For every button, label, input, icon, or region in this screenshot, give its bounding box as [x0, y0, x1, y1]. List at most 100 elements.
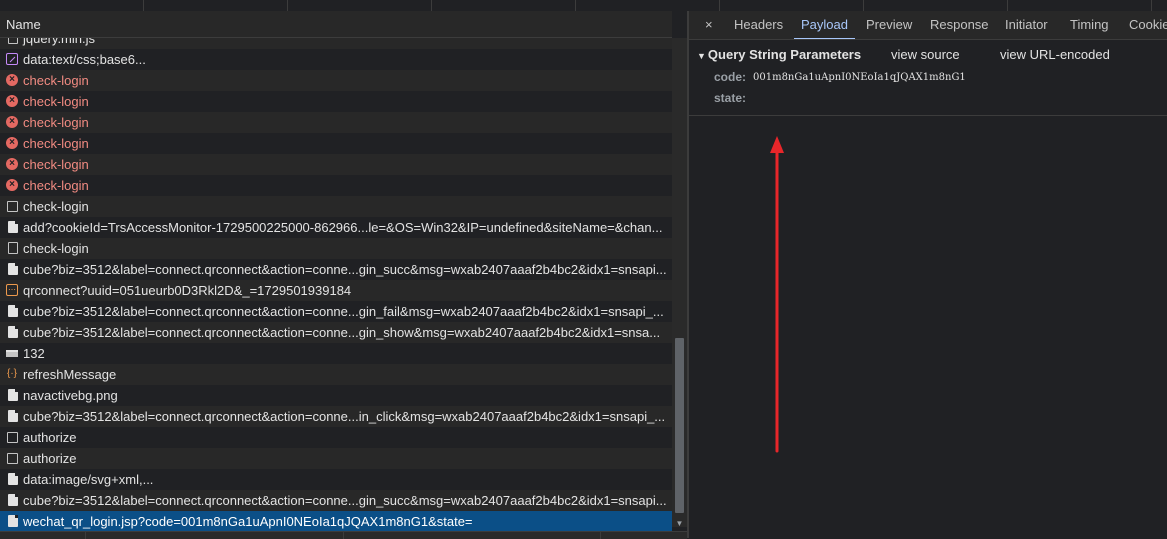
- request-name: check-login: [23, 241, 89, 256]
- document-icon: [8, 326, 18, 338]
- request-name: data:text/css;base6...: [23, 52, 146, 67]
- request-name: check-login: [23, 157, 89, 172]
- timeline-tick: [863, 0, 864, 11]
- param-value-code: 001m8nGa1uApnI0NEoIa1qJQAX1m8nG1: [753, 72, 966, 83]
- request-name: cube?biz=3512&label=connect.qrconnect&ac…: [23, 325, 661, 340]
- tab-headers[interactable]: Headers: [734, 11, 783, 39]
- request-name: add?cookieId=TrsAccessMonitor-1729500225…: [23, 220, 663, 235]
- param-key-state: state:: [714, 91, 747, 105]
- request-row[interactable]: × check-login: [0, 133, 672, 154]
- timeline-tick: [575, 0, 576, 11]
- request-row[interactable]: cube?biz=3512&label=connect.qrconnect&ac…: [0, 490, 672, 511]
- tab-timing[interactable]: Timing: [1070, 11, 1109, 39]
- request-row[interactable]: × check-login: [0, 175, 672, 196]
- request-name: jquery.min.js: [23, 38, 96, 46]
- request-row[interactable]: authorize: [0, 427, 672, 448]
- request-name: check-login: [23, 115, 89, 130]
- request-row[interactable]: cube?biz=3512&label=connect.qrconnect&ac…: [0, 301, 672, 322]
- scrollbar-thumb[interactable]: [675, 338, 684, 513]
- request-name: cube?biz=3512&label=connect.qrconnect&ac…: [23, 262, 667, 277]
- tab-payload[interactable]: Payload: [794, 11, 855, 39]
- request-name: qrconnect?uuid=051ueurb0D3Rkl2D&_=172950…: [23, 283, 352, 298]
- request-name: cube?biz=3512&label=connect.qrconnect&ac…: [23, 493, 667, 508]
- request-row[interactable]: add?cookieId=TrsAccessMonitor-1729500225…: [0, 217, 672, 238]
- document-outline-icon: [8, 242, 18, 254]
- box-icon: [7, 432, 18, 443]
- box-icon: [7, 453, 18, 464]
- query-string-title[interactable]: ▼ Query String Parameters: [697, 47, 861, 62]
- request-name: authorize: [23, 451, 77, 466]
- box-icon: [7, 201, 18, 212]
- request-name: navactivebg.png: [23, 388, 118, 403]
- request-row[interactable]: data:text/css;base6...: [0, 49, 672, 70]
- fetch-icon: {·}: [6, 368, 17, 379]
- error-icon: ×: [6, 95, 18, 107]
- request-row[interactable]: 132: [0, 343, 672, 364]
- tab-response[interactable]: Response: [930, 11, 989, 39]
- timeline-tick: [143, 0, 144, 11]
- request-rows: jquery.min.js data:text/css;base6... × chec…: [0, 38, 672, 531]
- query-string-title-label: Query String Parameters: [707, 47, 862, 62]
- document-icon: [8, 494, 18, 506]
- error-icon: ×: [6, 74, 18, 86]
- document-icon: [8, 410, 18, 422]
- request-name: check-login: [23, 178, 89, 193]
- request-row[interactable]: × check-login: [0, 112, 672, 133]
- request-row[interactable]: ⋯ qrconnect?uuid=051ueurb0D3Rkl2D&_=17295…: [0, 280, 672, 301]
- document-icon: [8, 389, 18, 401]
- stylesheet-icon: [6, 53, 18, 65]
- request-row[interactable]: check-login: [0, 196, 672, 217]
- request-name: check-login: [23, 94, 89, 109]
- request-row[interactable]: × check-login: [0, 70, 672, 91]
- request-name: check-login: [23, 199, 89, 214]
- timeline-tick: [287, 0, 288, 11]
- document-icon: [8, 515, 18, 527]
- document-icon: [8, 263, 18, 275]
- request-row[interactable]: cube?biz=3512&label=connect.qrconnect&ac…: [0, 406, 672, 427]
- request-row[interactable]: navactivebg.png: [0, 385, 672, 406]
- tab-preview[interactable]: Preview: [866, 11, 912, 39]
- expand-triangle-icon[interactable]: ▼: [697, 51, 706, 61]
- request-row[interactable]: {·} refreshMessage: [0, 364, 672, 385]
- tab-cookies[interactable]: Cookies: [1129, 11, 1167, 39]
- scroll-down-arrow-icon[interactable]: ▼: [675, 519, 684, 529]
- close-icon[interactable]: ×: [705, 17, 713, 32]
- request-details-pane: × Headers Payload Preview Response Initi…: [689, 11, 1167, 538]
- error-icon: ×: [6, 137, 18, 149]
- request-row[interactable]: wechat_qr_login.jsp?code=001m8nGa1uApnI0…: [0, 511, 672, 531]
- xhr-icon: ⋯: [6, 284, 18, 296]
- request-name: refreshMessage: [23, 367, 117, 382]
- request-row[interactable]: data:image/svg+xml,...: [0, 469, 672, 490]
- timeline-tick: [719, 0, 720, 11]
- request-row[interactable]: × check-login: [0, 154, 672, 175]
- view-source-link[interactable]: view source: [891, 47, 960, 62]
- image-icon: [6, 350, 18, 357]
- request-name: check-login: [23, 73, 89, 88]
- request-list-scrollbar[interactable]: ▼: [672, 38, 687, 529]
- view-url-encoded-link[interactable]: view URL-encoded: [1000, 47, 1110, 62]
- param-key-code: code:: [714, 70, 747, 84]
- request-row[interactable]: × check-login: [0, 91, 672, 112]
- request-row[interactable]: cube?biz=3512&label=connect.qrconnect&ac…: [0, 322, 672, 343]
- name-column-header[interactable]: Name: [0, 11, 672, 38]
- timeline-tick: [1151, 0, 1152, 11]
- request-row[interactable]: jquery.min.js: [0, 38, 672, 49]
- error-icon: ×: [6, 179, 18, 191]
- request-list-pane: Name jquery.min.js data:text/css;base6...…: [0, 11, 687, 539]
- request-name: cube?biz=3512&label=connect.qrconnect&ac…: [23, 409, 666, 424]
- request-name: 132: [23, 346, 45, 361]
- tab-initiator[interactable]: Initiator: [1005, 11, 1048, 39]
- request-row[interactable]: check-login: [0, 238, 672, 259]
- request-name: cube?biz=3512&label=connect.qrconnect&ac…: [23, 304, 664, 319]
- request-row[interactable]: cube?biz=3512&label=connect.qrconnect&ac…: [0, 259, 672, 280]
- details-tabbar: × Headers Payload Preview Response Initi…: [689, 11, 1167, 40]
- request-name: wechat_qr_login.jsp?code=001m8nGa1uApnI0…: [23, 514, 473, 529]
- query-string-section: ▼ Query String Parameters view source vie…: [689, 39, 1167, 116]
- document-icon: [8, 305, 18, 317]
- request-row[interactable]: authorize: [0, 448, 672, 469]
- timeline-tick: [1007, 0, 1008, 11]
- error-icon: ×: [6, 158, 18, 170]
- error-icon: ×: [6, 116, 18, 128]
- document-icon: [8, 221, 18, 233]
- request-name: data:image/svg+xml,...: [23, 472, 154, 487]
